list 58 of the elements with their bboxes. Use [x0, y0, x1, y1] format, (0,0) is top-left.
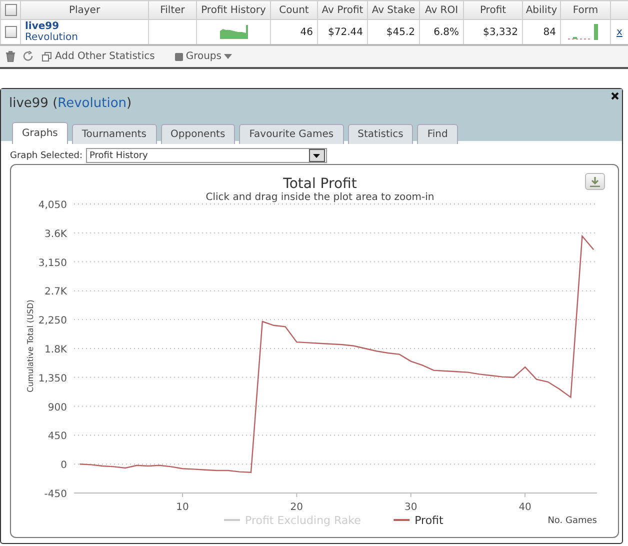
tab[interactable]: Statistics [348, 124, 414, 144]
x-tick-label: 30 [404, 502, 418, 513]
column-header[interactable]: Av Stake [368, 0, 420, 20]
close-icon[interactable] [611, 92, 619, 100]
legend-label: Profit [414, 514, 444, 527]
y-tick-label: 900 [48, 402, 67, 414]
tab[interactable]: Favourite Games [239, 124, 344, 144]
column-header[interactable]: Count [270, 0, 318, 20]
site-name: Revolution [25, 32, 79, 44]
legend-item[interactable]: Profit [394, 514, 444, 527]
y-tick-label: 1.8K [44, 344, 67, 356]
tab[interactable]: Find [417, 124, 458, 144]
y-axis-title: Cumulative Total (USD) [26, 300, 35, 392]
x-axis-title: No. Games [548, 516, 597, 526]
select-all-checkbox[interactable] [4, 4, 16, 16]
column-header[interactable]: Ability [522, 0, 560, 20]
tab[interactable]: Opponents [160, 124, 236, 144]
graph-select[interactable]: Profit History [86, 148, 327, 163]
site-link[interactable]: Revolution [58, 96, 127, 111]
row-checkbox[interactable] [5, 26, 17, 38]
column-header[interactable]: Profit [464, 0, 522, 20]
column-header[interactable]: Profit History [196, 0, 270, 20]
group-icon [174, 52, 183, 60]
groups-dropdown[interactable]: Groups [174, 51, 232, 62]
y-tick-label: 3.6K [44, 228, 67, 240]
chart-subtitle: Click and drag inside the plot area to zoom-in [206, 192, 434, 203]
tab[interactable]: Graphs [12, 122, 68, 144]
tab[interactable]: Tournaments [72, 124, 157, 144]
y-tick-label: 3,150 [38, 258, 67, 269]
column-header[interactable]: Av Profit [318, 0, 368, 20]
column-header[interactable]: Filter [148, 0, 196, 20]
download-button[interactable] [585, 173, 605, 190]
download-icon [590, 176, 600, 186]
y-tick-label: 1,350 [38, 373, 67, 384]
x-tick-label: 20 [290, 502, 304, 513]
x-tick-label: 10 [176, 502, 189, 513]
y-tick-label: 2.7K [44, 286, 67, 298]
caret-icon [224, 54, 232, 59]
profit-sparkline [220, 25, 248, 39]
y-tick-label: 0 [60, 460, 67, 472]
add-statistics-button[interactable]: Add Other Statistics [42, 51, 155, 62]
chart-title: Total Profit [283, 176, 357, 192]
player-link[interactable]: live99 [25, 20, 144, 32]
remove-link[interactable]: x [616, 26, 622, 38]
dialog-title: live99 (Revolution) [9, 96, 133, 113]
y-tick-label: -450 [44, 489, 67, 500]
refresh-icon[interactable] [23, 51, 34, 62]
y-tick-label: 4,050 [38, 200, 67, 211]
y-tick-label: 450 [48, 431, 67, 442]
copy-icon [42, 52, 52, 62]
y-tick-label: 2,250 [38, 316, 67, 327]
x-tick-label: 40 [518, 502, 532, 513]
dropdown-arrow-icon [313, 154, 320, 158]
graph-select-label: Graph Selected: [10, 150, 83, 160]
trash-icon[interactable] [6, 51, 15, 62]
column-header[interactable]: Av ROI [420, 0, 464, 20]
column-header[interactable]: Player [20, 0, 148, 20]
column-header[interactable]: Form [560, 0, 610, 20]
